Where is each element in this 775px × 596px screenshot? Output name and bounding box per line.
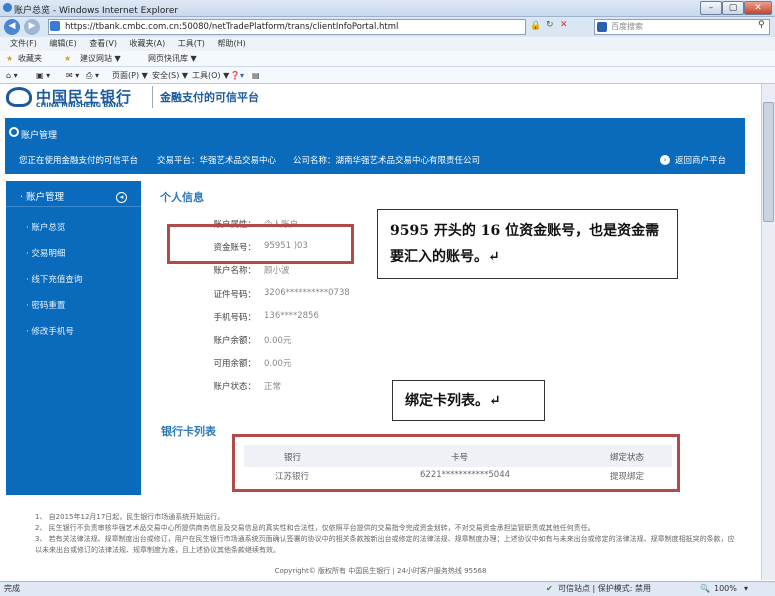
banner-section-title: 账户管理 bbox=[21, 131, 58, 141]
phone-label: 手机号码： bbox=[213, 313, 256, 323]
footer-note-2: 2、 民生银行不负责审核华强艺术品交易中心所提供商务信息及交易信息的真实性和合法… bbox=[35, 524, 595, 532]
fund-account-highlight bbox=[167, 224, 354, 264]
feeds-icon[interactable]: ▣ ▾ bbox=[36, 67, 50, 84]
menu-file[interactable]: 文件(F) bbox=[10, 39, 37, 48]
baidu-icon bbox=[597, 22, 607, 32]
footer-note-1: 1、 自2015年12月17日起，民生银行市场通系统开始运行。 bbox=[35, 513, 225, 521]
id-number-label: 证件号码： bbox=[213, 290, 256, 300]
favorites-button[interactable]: 收藏夹 bbox=[18, 51, 42, 67]
menu-bar: 文件(F) 编辑(E) 查看(V) 收藏夹(A) 工具(T) 帮助(H) bbox=[0, 37, 775, 51]
back-arrow-icon[interactable]: › bbox=[660, 155, 670, 165]
window-title: 账户总览 - Windows Internet Explorer bbox=[14, 6, 179, 16]
favorites-bar: ★ 收藏夹 ★ 建议网站 ▼ 网页快讯库 ▼ bbox=[0, 51, 775, 67]
status-bar: 完成 ✔ 可信站点 | 保护模式: 禁用 🔍 100% ▾ bbox=[0, 581, 775, 596]
menu-tools[interactable]: 工具(T) bbox=[178, 39, 205, 48]
safety-menu[interactable]: 安全(S) ▼ bbox=[152, 67, 188, 84]
web-slice-link[interactable]: 网页快讯库 ▼ bbox=[148, 51, 197, 67]
menu-edit[interactable]: 编辑(E) bbox=[49, 39, 76, 48]
bank-name-en: CHINA MINSHENG BANK bbox=[36, 101, 124, 109]
banner-platform-text: 交易平台：华强艺术品交易中心 bbox=[157, 156, 277, 166]
trusted-check-icon: ✔ bbox=[546, 584, 553, 593]
banner-company-text: 公司名称：湖南华强艺术品交易中心有限责任公司 bbox=[293, 156, 481, 166]
menu-help[interactable]: 帮助(H) bbox=[217, 39, 245, 48]
header-slogan: 金融支付的可信平台 bbox=[160, 91, 259, 104]
search-input[interactable]: 百度搜索 bbox=[594, 19, 770, 35]
cards-callout: 绑定卡列表。↵ bbox=[392, 380, 545, 421]
add-favorite-icon[interactable]: ★ bbox=[64, 51, 71, 67]
window-titlebar: 账户总览 - Windows Internet Explorer – ▢ ✕ bbox=[0, 0, 775, 17]
sidebar: · 账户管理 ◂ · 账户总览 · 交易明细 · 线下充值查询 · 密码重置 ·… bbox=[6, 181, 141, 495]
stop-icon[interactable]: ✕ bbox=[560, 20, 568, 30]
available-balance-label: 可用余额： bbox=[213, 359, 256, 369]
id-number-value: 3206**********0738 bbox=[264, 288, 350, 298]
tools-menu[interactable]: 工具(O) ▼ bbox=[192, 67, 229, 84]
balance-value: 0.00元 bbox=[264, 336, 292, 346]
sidebar-item-transactions[interactable]: · 交易明细 bbox=[26, 247, 65, 259]
minimize-button[interactable]: – bbox=[700, 1, 722, 15]
account-name-value: 顾小波 bbox=[264, 266, 290, 276]
bank-card-list-title: 银行卡列表 bbox=[161, 425, 216, 438]
scrollbar-thumb[interactable] bbox=[763, 102, 774, 222]
zoom-dropdown-icon[interactable]: ▾ bbox=[744, 582, 748, 596]
status-text: 完成 bbox=[4, 584, 20, 593]
close-window-button[interactable]: ✕ bbox=[744, 1, 772, 15]
personal-info-title: 个人信息 bbox=[160, 191, 204, 204]
account-icon bbox=[9, 127, 19, 137]
lock-icon[interactable]: 🔒 bbox=[530, 21, 541, 31]
refresh-icon[interactable]: ↻ bbox=[546, 20, 554, 30]
sidebar-item-offline-topup[interactable]: · 线下充值查询 bbox=[26, 273, 82, 285]
account-status-value: 正常 bbox=[264, 382, 282, 392]
research-icon[interactable]: ▤ bbox=[252, 67, 260, 84]
footer-notes: 1、 自2015年12月17日起，民生银行市场通系统开始运行。 2、 民生银行不… bbox=[35, 512, 735, 556]
sidebar-item-change-phone[interactable]: · 修改手机号 bbox=[26, 325, 74, 337]
page-menu[interactable]: 页面(P) ▼ bbox=[112, 67, 148, 84]
back-button[interactable]: ◀ bbox=[4, 19, 20, 35]
footer-note-3: 3、 若有关法律法规、规章制度出台或修订，用户在民生银行市场通系统页面确认签署的… bbox=[35, 535, 735, 554]
sidebar-item-overview[interactable]: · 账户总览 bbox=[26, 221, 65, 233]
header-divider bbox=[152, 86, 153, 108]
favorites-star-icon: ★ bbox=[6, 54, 14, 63]
help-icon[interactable]: ❓▾ bbox=[230, 67, 244, 84]
back-to-merchant-link[interactable]: 返回商户平台 bbox=[675, 154, 726, 166]
bank-logo: 中国民生银行 CHINA MINSHENG BANK bbox=[6, 86, 146, 109]
banner-using-text: 您正在使用金融支付的可信平台 bbox=[19, 156, 139, 166]
copyright: Copyright© 版权所有 中国民生银行 | 24小时客户服务热线 9556… bbox=[274, 567, 487, 575]
command-bar: ⌂ ▾ ▣ ▾ ✉ ▾ ⎙ ▾ 页面(P) ▼ 安全(S) ▼ 工具(O) ▼ … bbox=[0, 67, 775, 84]
balance-label: 账户余额： bbox=[213, 336, 256, 346]
menu-favorites[interactable]: 收藏夹(A) bbox=[130, 39, 166, 48]
sidebar-item-password-reset[interactable]: · 密码重置 bbox=[26, 299, 65, 311]
zoom-icon: 🔍 bbox=[700, 584, 710, 593]
account-banner: 账户管理 您正在使用金融支付的可信平台 交易平台：华强艺术品交易中心 公司名称：… bbox=[5, 118, 745, 174]
home-icon[interactable]: ⌂ ▾ bbox=[6, 67, 18, 84]
available-balance-value: 0.00元 bbox=[264, 359, 292, 369]
forward-button[interactable]: ▶ bbox=[24, 19, 40, 35]
ie-icon bbox=[3, 3, 12, 12]
maximize-button[interactable]: ▢ bbox=[722, 1, 744, 15]
menu-view[interactable]: 查看(V) bbox=[89, 39, 117, 48]
vertical-scrollbar[interactable] bbox=[761, 84, 775, 580]
account-name-label: 账户名称： bbox=[213, 266, 256, 276]
collapse-icon[interactable]: ◂ bbox=[116, 192, 127, 203]
zoom-level[interactable]: 100% bbox=[714, 582, 737, 596]
account-status-label: 账户状态： bbox=[213, 382, 256, 392]
address-input[interactable]: https://tbank.cmbc.com.cn:50080/netTrade… bbox=[48, 19, 526, 35]
account-callout: 9595 开头的 16 位资金账号，也是资金需要汇入的账号。↵ bbox=[377, 209, 678, 279]
mail-icon[interactable]: ✉ ▾ bbox=[66, 67, 79, 84]
bank-card-highlight bbox=[232, 434, 680, 492]
suggested-sites-link[interactable]: 建议网站 ▼ bbox=[80, 51, 121, 67]
print-icon[interactable]: ⎙ ▾ bbox=[86, 67, 99, 84]
security-zone[interactable]: 可信站点 | 保护模式: 禁用 bbox=[558, 582, 651, 596]
phone-value: 136****2856 bbox=[264, 311, 319, 321]
logo-emblem-icon bbox=[6, 87, 32, 107]
page-icon bbox=[50, 21, 60, 31]
search-icon[interactable]: ⚲ bbox=[758, 20, 765, 30]
